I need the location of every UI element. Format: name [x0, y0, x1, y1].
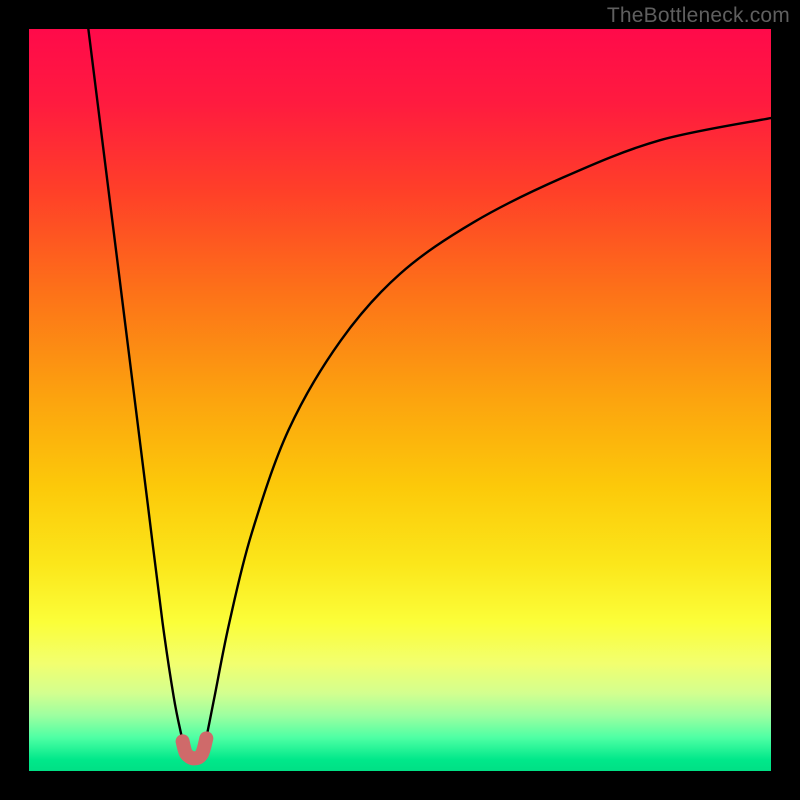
plot-area: [29, 29, 771, 771]
outer-frame: TheBottleneck.com: [0, 0, 800, 800]
watermark-text: TheBottleneck.com: [607, 4, 790, 28]
chart-svg: [29, 29, 771, 771]
